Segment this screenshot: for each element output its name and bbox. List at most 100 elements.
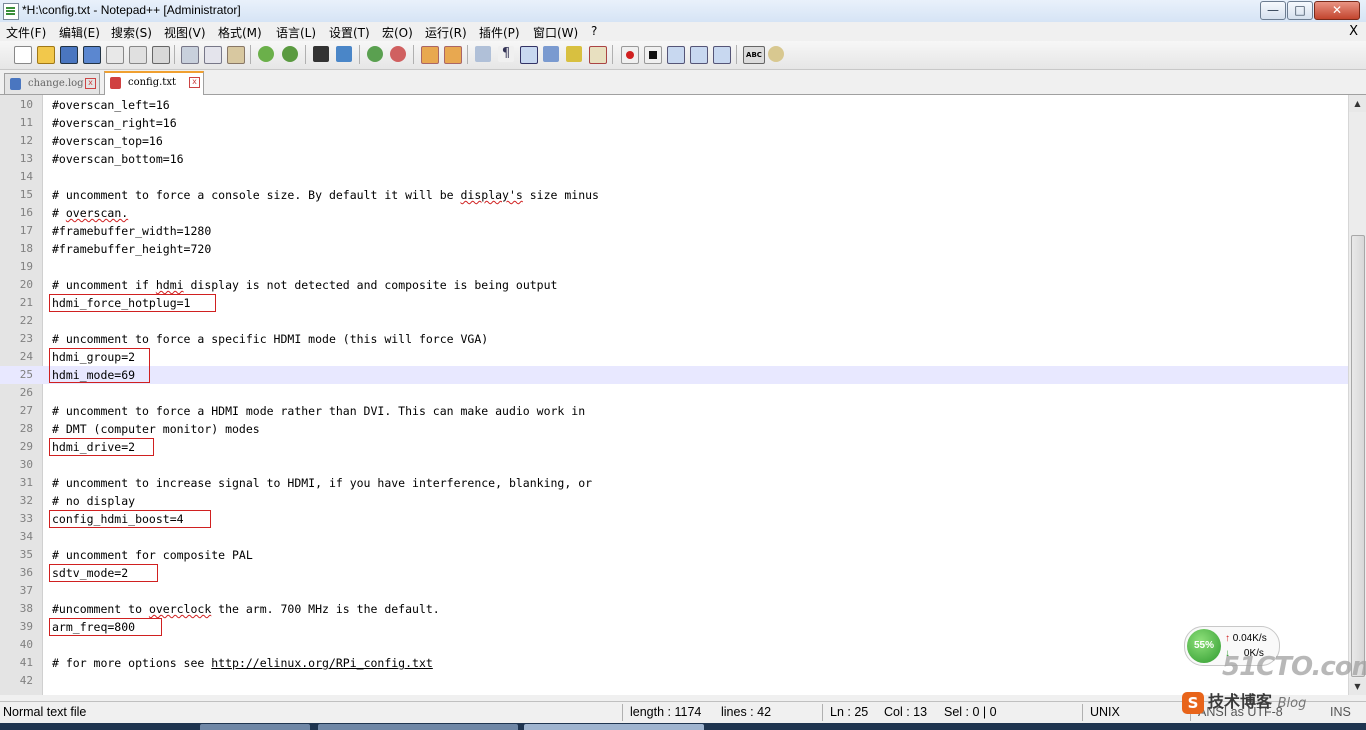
code-line[interactable]: 36 sdtv_mode=2 — [0, 564, 1348, 582]
code-line[interactable]: 20 # uncomment if hdmi display is not det… — [0, 276, 1348, 294]
code-line[interactable]: 27 # uncomment to force a HDMI mode rathe… — [0, 402, 1348, 420]
folder-icon[interactable] — [589, 46, 607, 64]
code-line[interactable]: 38 #uncomment to overclock the arm. 700 M… — [0, 600, 1348, 618]
save-icon[interactable] — [60, 46, 78, 64]
code-line[interactable]: 24 hdmi_group=2 — [0, 348, 1348, 366]
sync-horizontal-icon[interactable] — [444, 46, 462, 64]
code-line[interactable]: 26 — [0, 384, 1348, 402]
code-line[interactable]: 34 — [0, 528, 1348, 546]
code-line[interactable]: 10 #overscan_left=16 — [0, 96, 1348, 114]
tab-change-log[interactable]: change.log x — [4, 73, 100, 94]
line-number: 11 — [19, 116, 33, 129]
code-line[interactable]: 31 # uncomment to increase signal to HDMI… — [0, 474, 1348, 492]
code-line[interactable]: 35 # uncomment for composite PAL — [0, 546, 1348, 564]
close-all-icon[interactable] — [129, 46, 147, 64]
minimize-button[interactable]: — — [1260, 1, 1286, 20]
highlight-box — [49, 348, 150, 383]
sync-vertical-icon[interactable] — [421, 46, 439, 64]
code-line[interactable]: 30 — [0, 456, 1348, 474]
tab-close-icon[interactable]: x — [189, 77, 200, 88]
scroll-up-arrow-icon[interactable]: ▲ — [1349, 95, 1366, 112]
new-file-icon[interactable] — [14, 46, 32, 64]
taskbar-button[interactable] — [200, 724, 310, 730]
line-text: #overscan_top=16 — [52, 134, 163, 148]
code-line[interactable]: 19 — [0, 258, 1348, 276]
tab-config-txt[interactable]: config.txt x — [104, 71, 204, 96]
notepad-app-icon[interactable] — [3, 3, 19, 20]
word-wrap-icon[interactable] — [475, 46, 491, 62]
highlight-box — [49, 510, 211, 528]
menu-edit[interactable]: 编辑(E) — [59, 24, 100, 41]
menu-settings[interactable]: 设置(T) — [329, 24, 370, 41]
undo-icon[interactable] — [258, 46, 274, 62]
zoom-in-icon[interactable] — [367, 46, 383, 62]
zoom-out-icon[interactable] — [390, 46, 406, 62]
menu-help[interactable]: ? — [591, 24, 597, 38]
menu-run[interactable]: 运行(R) — [425, 24, 467, 41]
menu-plugins[interactable]: 插件(P) — [479, 24, 520, 41]
open-file-icon[interactable] — [37, 46, 55, 64]
stop-macro-icon[interactable] — [644, 46, 662, 64]
code-line[interactable]: 23 # uncomment to force a specific HDMI m… — [0, 330, 1348, 348]
function-list-icon[interactable] — [543, 46, 559, 62]
code-line[interactable]: 32 # no display — [0, 492, 1348, 510]
print-icon[interactable] — [152, 46, 170, 64]
code-line[interactable]: 17 #framebuffer_width=1280 — [0, 222, 1348, 240]
line-number: 14 — [19, 170, 33, 183]
find-icon[interactable] — [313, 46, 329, 62]
redo-icon[interactable] — [282, 46, 298, 62]
save-all-icon[interactable] — [83, 46, 101, 64]
code-line[interactable]: 15 # uncomment to force a console size. B… — [0, 186, 1348, 204]
save-macro-icon[interactable] — [713, 46, 731, 64]
scrollbar-thumb[interactable] — [1351, 235, 1365, 677]
line-number: 26 — [19, 386, 33, 399]
line-number: 15 — [19, 188, 33, 201]
menu-search[interactable]: 搜索(S) — [111, 24, 152, 41]
code-line[interactable]: 40 — [0, 636, 1348, 654]
text-editor[interactable]: 10 #overscan_left=16 11 #overscan_right=16 1… — [0, 95, 1348, 695]
menu-file[interactable]: 文件(F) — [6, 24, 46, 41]
menu-window[interactable]: 窗口(W) — [533, 24, 578, 41]
code-line[interactable]: 39 arm_freq=800 — [0, 618, 1348, 636]
record-macro-icon[interactable] — [621, 46, 639, 64]
line-number: 16 — [19, 206, 33, 219]
replace-icon[interactable] — [336, 46, 352, 62]
indent-guide-icon[interactable] — [520, 46, 538, 64]
menu-view[interactable]: 视图(V) — [164, 24, 206, 41]
code-line[interactable]: 14 — [0, 168, 1348, 186]
close-icon[interactable] — [106, 46, 124, 64]
close-document-button[interactable]: X — [1349, 24, 1358, 39]
line-number: 28 — [19, 422, 33, 435]
code-line[interactable]: 18 #framebuffer_height=720 — [0, 240, 1348, 258]
code-line[interactable]: 25 hdmi_mode=69 — [0, 366, 1348, 384]
code-line[interactable]: 28 # DMT (computer monitor) modes — [0, 420, 1348, 438]
close-button[interactable]: ✕ — [1314, 1, 1360, 20]
code-line[interactable]: 37 — [0, 582, 1348, 600]
doc-map-icon[interactable] — [566, 46, 582, 62]
code-line[interactable]: 22 — [0, 312, 1348, 330]
plugin-icon[interactable] — [768, 46, 784, 62]
menu-macro[interactable]: 宏(O) — [382, 24, 413, 41]
vertical-scrollbar[interactable]: ▲ ▼ — [1348, 95, 1366, 695]
taskbar-button[interactable] — [524, 724, 704, 730]
taskbar-button[interactable] — [318, 724, 518, 730]
show-all-chars-icon[interactable]: ¶ — [498, 46, 514, 62]
maximize-button[interactable]: □ — [1287, 1, 1313, 20]
paste-icon[interactable] — [227, 46, 245, 64]
code-line[interactable]: 42 — [0, 672, 1348, 690]
code-line[interactable]: 41 # for more options see http://elinux.o… — [0, 654, 1348, 672]
code-line[interactable]: 11 #overscan_right=16 — [0, 114, 1348, 132]
tab-close-icon[interactable]: x — [85, 78, 96, 89]
code-line[interactable]: 13 #overscan_bottom=16 — [0, 150, 1348, 168]
status-eol: UNIX — [1090, 705, 1120, 719]
menu-language[interactable]: 语言(L) — [276, 24, 316, 41]
play-macro-icon[interactable] — [667, 46, 685, 64]
run-macro-multiple-icon[interactable] — [690, 46, 708, 64]
cut-icon[interactable] — [181, 46, 199, 64]
code-line[interactable]: 12 #overscan_top=16 — [0, 132, 1348, 150]
code-line[interactable]: 29 hdmi_drive=2 — [0, 438, 1348, 456]
copy-icon[interactable] — [204, 46, 222, 64]
spell-check-icon[interactable]: ABC — [743, 46, 765, 64]
menu-format[interactable]: 格式(M) — [218, 24, 262, 41]
code-line[interactable]: 16 # overscan. — [0, 204, 1348, 222]
